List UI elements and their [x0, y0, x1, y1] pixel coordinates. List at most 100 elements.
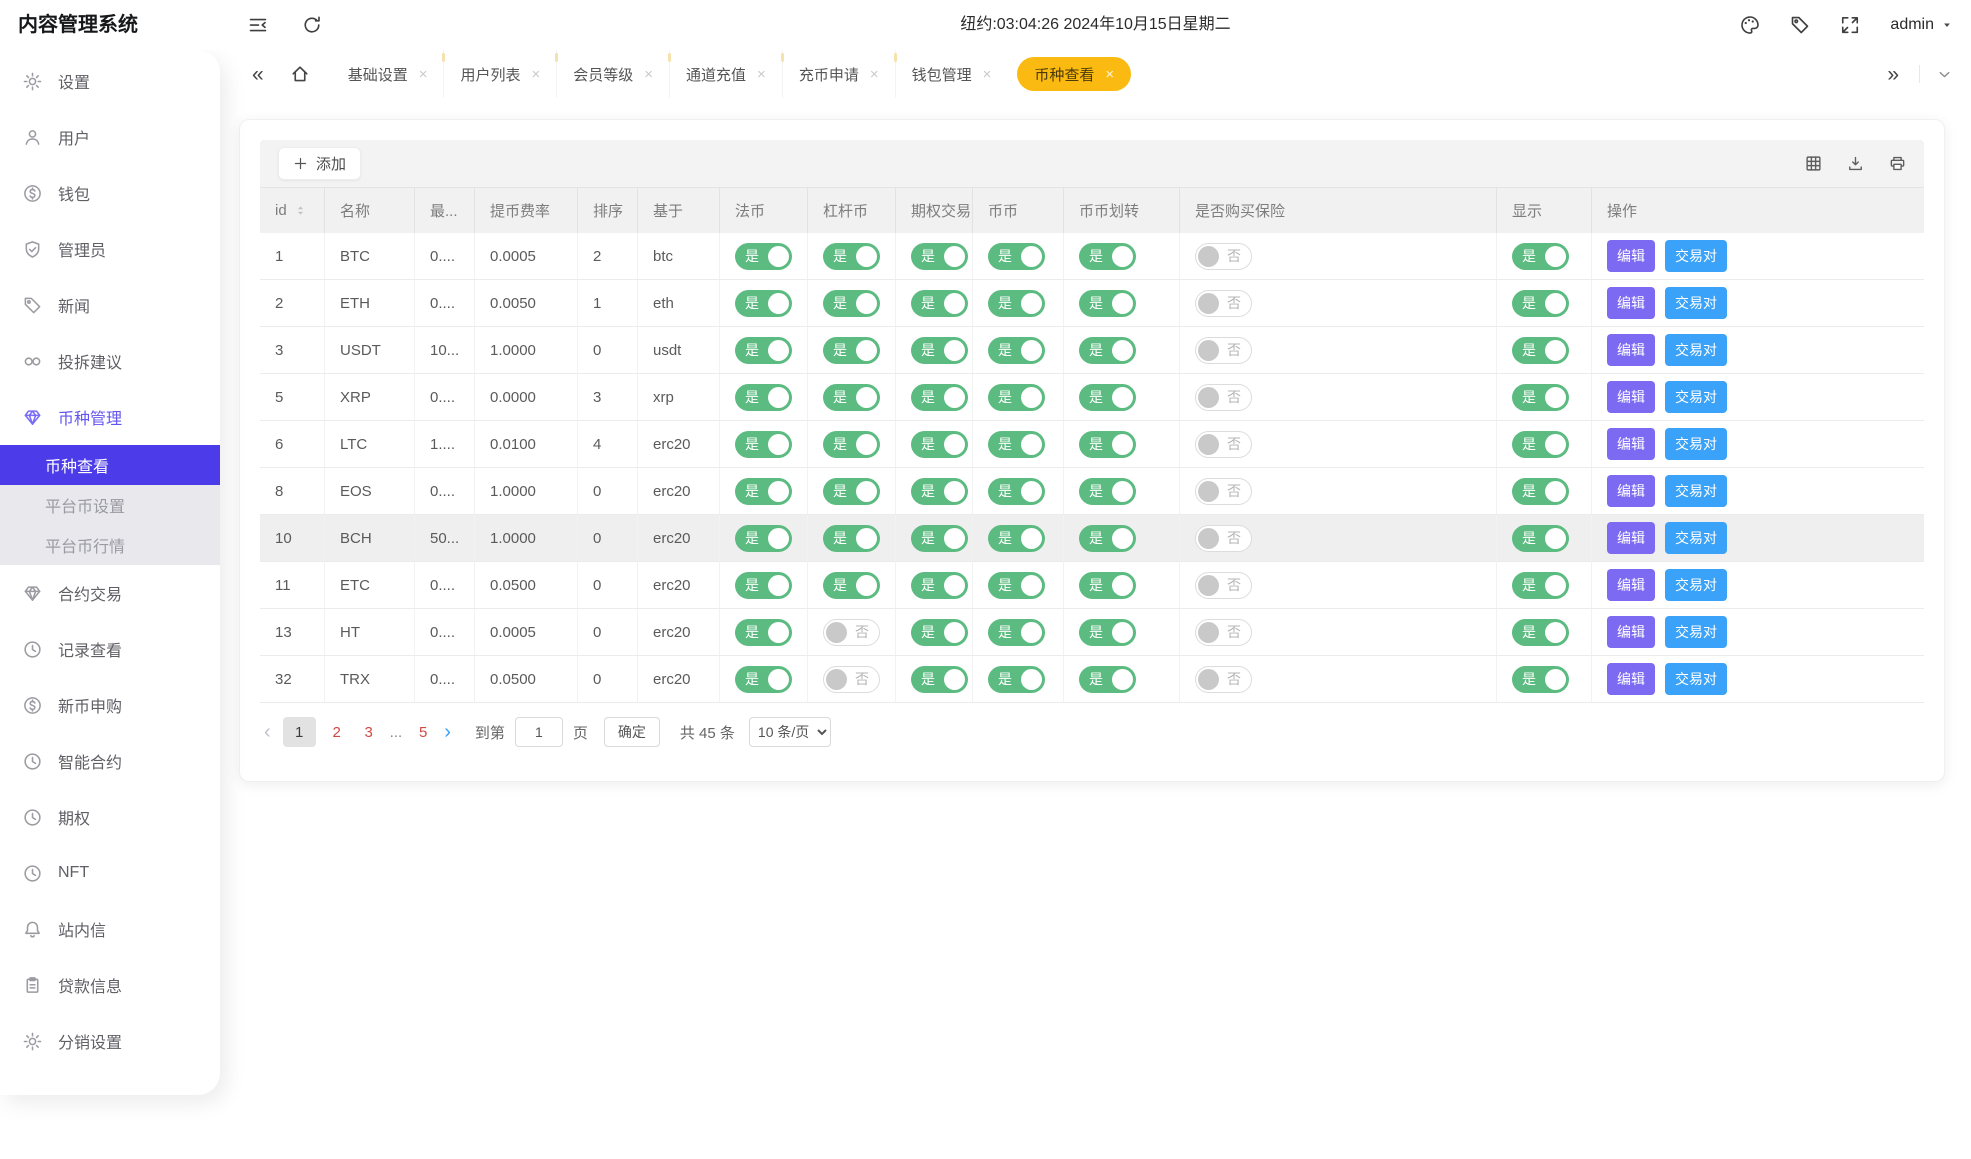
trading-pair-button[interactable]: 交易对	[1665, 475, 1727, 507]
home-icon[interactable]	[290, 64, 310, 84]
toggle-coin[interactable]: 是	[988, 243, 1045, 270]
page-button-1[interactable]: 1	[283, 717, 316, 747]
sidebar-subitem-2[interactable]: 平台币行情	[0, 525, 220, 565]
close-icon[interactable]: ×	[983, 66, 992, 83]
toggle-option[interactable]: 是	[911, 525, 968, 552]
page-button-2[interactable]: 2	[326, 724, 348, 741]
toggle-lever[interactable]: 是	[823, 337, 880, 364]
toggle-show[interactable]: 是	[1512, 525, 1569, 552]
toggle-lever[interactable]: 是	[823, 431, 880, 458]
download-icon[interactable]	[1847, 155, 1864, 172]
toggle-coin[interactable]: 是	[988, 290, 1045, 317]
sidebar-item-3[interactable]: 管理员	[0, 221, 220, 277]
edit-button[interactable]: 编辑	[1607, 663, 1655, 695]
goto-page-input[interactable]	[515, 717, 563, 747]
toggle-coin[interactable]: 是	[988, 478, 1045, 505]
close-icon[interactable]: ×	[757, 66, 766, 83]
edit-button[interactable]: 编辑	[1607, 381, 1655, 413]
sidebar-item-10[interactable]: 智能合约	[0, 733, 220, 789]
toggle-fiat[interactable]: 是	[735, 666, 792, 693]
toggle-coin[interactable]: 是	[988, 572, 1045, 599]
toggle-fiat[interactable]: 是	[735, 572, 792, 599]
edit-button[interactable]: 编辑	[1607, 428, 1655, 460]
toggle-show[interactable]: 是	[1512, 478, 1569, 505]
edit-button[interactable]: 编辑	[1607, 287, 1655, 319]
toggle-insurance[interactable]: 否	[1195, 290, 1252, 317]
toggle-transfer[interactable]: 是	[1079, 666, 1136, 693]
toggle-fiat[interactable]: 是	[735, 337, 792, 364]
sidebar-item-14[interactable]: 贷款信息	[0, 957, 220, 1013]
sidebar-item-4[interactable]: 新闻	[0, 277, 220, 333]
sidebar-subitem-1[interactable]: 平台币设置	[0, 485, 220, 525]
toggle-insurance[interactable]: 否	[1195, 337, 1252, 364]
column-header-0[interactable]: id	[260, 188, 325, 233]
toggle-fiat[interactable]: 是	[735, 384, 792, 411]
toggle-coin[interactable]: 是	[988, 666, 1045, 693]
sidebar-item-5[interactable]: 投拆建议	[0, 333, 220, 389]
tab-3[interactable]: 通道充值×	[669, 50, 782, 98]
print-icon[interactable]	[1889, 155, 1906, 172]
toggle-show[interactable]: 是	[1512, 572, 1569, 599]
next-page-icon[interactable]: ›	[444, 721, 451, 744]
toggle-insurance[interactable]: 否	[1195, 666, 1252, 693]
toggle-option[interactable]: 是	[911, 478, 968, 505]
trading-pair-button[interactable]: 交易对	[1665, 569, 1727, 601]
toggle-option[interactable]: 是	[911, 290, 968, 317]
edit-button[interactable]: 编辑	[1607, 569, 1655, 601]
trading-pair-button[interactable]: 交易对	[1665, 240, 1727, 272]
toggle-option[interactable]: 是	[911, 431, 968, 458]
toggle-option[interactable]: 是	[911, 243, 968, 270]
tab-0[interactable]: 基础设置×	[332, 50, 444, 98]
edit-button[interactable]: 编辑	[1607, 475, 1655, 507]
add-button[interactable]: 添加	[278, 147, 361, 180]
sidebar-item-2[interactable]: 钱包	[0, 165, 220, 221]
toggle-transfer[interactable]: 是	[1079, 384, 1136, 411]
toggle-fiat[interactable]: 是	[735, 478, 792, 505]
trading-pair-button[interactable]: 交易对	[1665, 428, 1727, 460]
toggle-insurance[interactable]: 否	[1195, 572, 1252, 599]
sidebar-item-13[interactable]: 站内信	[0, 901, 220, 957]
toggle-lever[interactable]: 是	[823, 243, 880, 270]
toggle-insurance[interactable]: 否	[1195, 619, 1252, 646]
toggle-fiat[interactable]: 是	[735, 243, 792, 270]
grid-icon[interactable]	[1805, 155, 1822, 172]
toggle-coin[interactable]: 是	[988, 431, 1045, 458]
toggle-lever[interactable]: 是	[823, 290, 880, 317]
toggle-fiat[interactable]: 是	[735, 525, 792, 552]
sidebar-item-8[interactable]: 记录查看	[0, 621, 220, 677]
sidebar-item-9[interactable]: 新币申购	[0, 677, 220, 733]
sidebar-item-1[interactable]: 用户	[0, 109, 220, 165]
toggle-show[interactable]: 是	[1512, 290, 1569, 317]
toggle-insurance[interactable]: 否	[1195, 478, 1252, 505]
toggle-show[interactable]: 是	[1512, 431, 1569, 458]
edit-button[interactable]: 编辑	[1607, 240, 1655, 272]
fullscreen-icon[interactable]	[1840, 15, 1860, 35]
toggle-fiat[interactable]: 是	[735, 619, 792, 646]
tab-6-active[interactable]: 币种查看×	[1017, 57, 1131, 91]
close-icon[interactable]: ×	[870, 66, 879, 83]
edit-button[interactable]: 编辑	[1607, 522, 1655, 554]
toggle-coin[interactable]: 是	[988, 619, 1045, 646]
palette-icon[interactable]	[1740, 15, 1760, 35]
sidebar-item-12[interactable]: NFT	[0, 845, 220, 901]
tab-2[interactable]: 会员等级×	[556, 50, 669, 98]
toggle-option[interactable]: 是	[911, 337, 968, 364]
toggle-show[interactable]: 是	[1512, 619, 1569, 646]
tab-5[interactable]: 钱包管理×	[895, 50, 1008, 98]
page-size-select[interactable]: 10 条/页	[749, 717, 831, 747]
toggle-transfer[interactable]: 是	[1079, 619, 1136, 646]
tag-icon[interactable]	[1790, 15, 1810, 35]
sidebar-item-0[interactable]: 设置	[0, 53, 220, 109]
toggle-lever[interactable]: 否	[823, 666, 880, 693]
toggle-insurance[interactable]: 否	[1195, 384, 1252, 411]
sidebar-item-15[interactable]: 分销设置	[0, 1013, 220, 1069]
toggle-transfer[interactable]: 是	[1079, 290, 1136, 317]
close-icon[interactable]: ×	[1105, 66, 1114, 83]
toggle-coin[interactable]: 是	[988, 525, 1045, 552]
tabs-scroll-left-icon[interactable]: «	[248, 64, 268, 85]
toggle-option[interactable]: 是	[911, 666, 968, 693]
tabs-scroll-right-icon[interactable]: »	[1883, 64, 1903, 85]
edit-button[interactable]: 编辑	[1607, 616, 1655, 648]
trading-pair-button[interactable]: 交易对	[1665, 334, 1727, 366]
sidebar-item-11[interactable]: 期权	[0, 789, 220, 845]
